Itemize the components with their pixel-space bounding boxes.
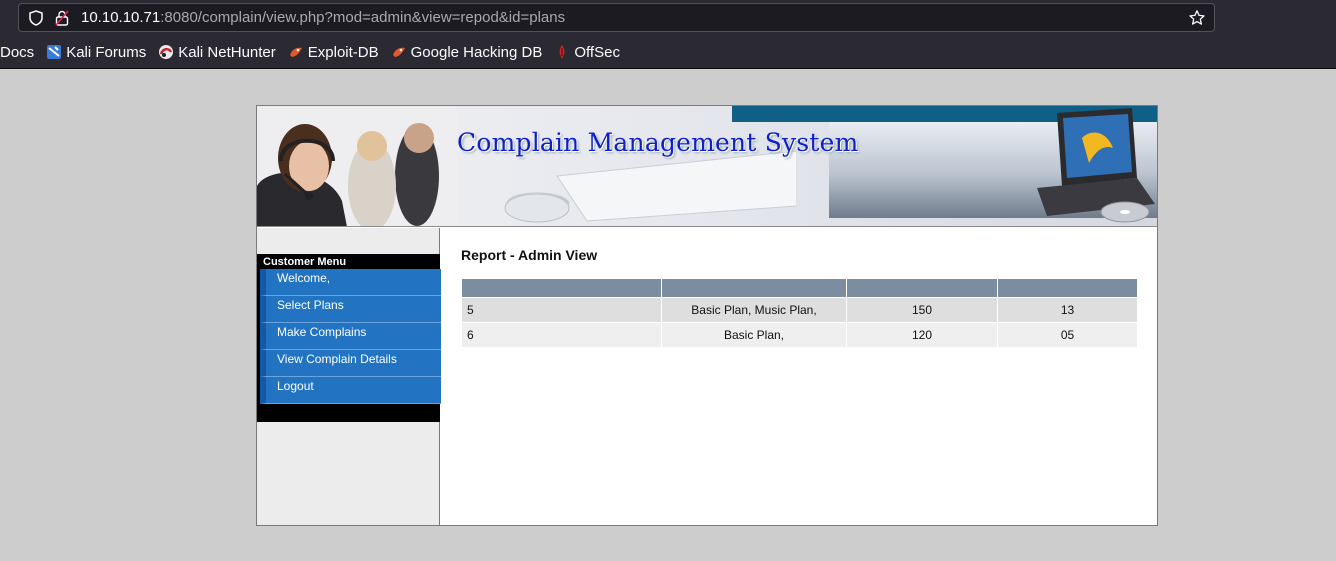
bookmarks-toolbar: Docs Kali Forums Kali NetHunter Exploit-… xyxy=(0,40,632,64)
table-cell: 150 xyxy=(847,298,997,322)
offsec-icon xyxy=(559,45,565,59)
menu-item-logout[interactable]: Logout xyxy=(260,377,446,404)
table-cell: 5 xyxy=(462,298,661,322)
url-host: 10.10.10.71 xyxy=(81,9,161,26)
menu-item-select-plans[interactable]: Select Plans xyxy=(260,296,446,323)
report-table: 5 Basic Plan, Music Plan, 150 13 6 Basic… xyxy=(461,278,1138,348)
bookmark-label: Exploit-DB xyxy=(307,43,379,61)
bookmark-label: OffSec xyxy=(574,43,620,61)
url-path: :8080/complain/view.php?mod=admin&view=r… xyxy=(160,9,566,26)
table-header-cell xyxy=(847,279,997,297)
customer-menu-list: Welcome, Select Plans Make Complains Vie… xyxy=(260,269,446,404)
menu-item-make-complains[interactable]: Make Complains xyxy=(260,323,446,350)
page-container: Complain Management System Customer Menu… xyxy=(256,105,1158,526)
kali-nethunter-icon xyxy=(159,45,174,59)
sidebar: Customer Menu Welcome, Select Plans Make… xyxy=(257,228,446,525)
report-title: Report - Admin View xyxy=(461,247,598,263)
table-cell: Basic Plan, xyxy=(662,323,846,347)
keyboard-mouse-image xyxy=(504,150,797,223)
bookmark-label: Google Hacking DB xyxy=(410,43,543,61)
table-header-cell xyxy=(462,279,661,297)
bookmark-exploit-db[interactable]: Exploit-DB xyxy=(288,40,379,64)
table-row: 5 Basic Plan, Music Plan, 150 13 xyxy=(462,298,1137,322)
bookmark-google-hacking-db[interactable]: Google Hacking DB xyxy=(391,40,543,64)
table-cell: 13 xyxy=(998,298,1137,322)
url-text[interactable]: 10.10.10.71:8080/complain/view.php?mod=a… xyxy=(81,9,565,27)
bookmark-star-icon[interactable] xyxy=(1188,9,1206,27)
menu-item-welcome[interactable]: Welcome, xyxy=(260,269,446,296)
customer-menu-title: Customer Menu xyxy=(263,256,347,268)
kali-forums-icon xyxy=(47,45,62,59)
bookmark-kali-nethunter[interactable]: Kali NetHunter xyxy=(158,40,276,64)
customer-menu: Customer Menu Welcome, Select Plans Make… xyxy=(257,254,446,422)
table-cell: Basic Plan, Music Plan, xyxy=(662,298,846,322)
address-bar[interactable]: 10.10.10.71:8080/complain/view.php?mod=a… xyxy=(18,3,1215,32)
site-title: Complain Management System xyxy=(457,128,859,157)
table-header-row xyxy=(462,279,1137,297)
browser-chrome: 10.10.10.71:8080/complain/view.php?mod=a… xyxy=(0,0,1336,69)
insecure-lock-icon[interactable] xyxy=(55,10,69,26)
main-content: Report - Admin View 5 Basic Plan, Music … xyxy=(441,228,1157,525)
menu-item-view-complain-details[interactable]: View Complain Details xyxy=(260,350,446,377)
bookmark-label: Kali NetHunter xyxy=(178,43,276,61)
table-cell: 6 xyxy=(462,323,661,347)
shield-icon[interactable] xyxy=(28,10,44,26)
call-center-people-image xyxy=(257,106,457,226)
bookmark-kali-forums[interactable]: Kali Forums xyxy=(46,40,146,64)
table-cell: 120 xyxy=(847,323,997,347)
bookmark-docs[interactable]: Docs xyxy=(0,40,34,64)
bookmark-label: Kali Forums xyxy=(66,43,147,61)
bookmark-label: Docs xyxy=(0,43,35,61)
exploit-db-icon xyxy=(289,47,302,57)
laptop-image xyxy=(1037,108,1155,223)
google-hacking-db-icon xyxy=(392,47,405,57)
table-row: 6 Basic Plan, 120 05 xyxy=(462,323,1137,347)
table-header-cell xyxy=(662,279,846,297)
site-banner: Complain Management System xyxy=(257,106,1157,227)
table-header-cell xyxy=(998,279,1137,297)
bookmark-offsec[interactable]: OffSec xyxy=(554,40,620,64)
table-cell: 05 xyxy=(998,323,1137,347)
